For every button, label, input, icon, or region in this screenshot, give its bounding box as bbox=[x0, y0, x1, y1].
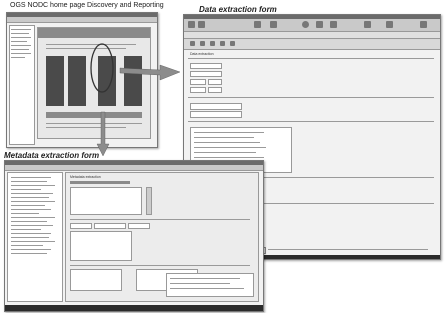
grid-icon[interactable] bbox=[254, 21, 261, 28]
globe-icon[interactable] bbox=[302, 21, 309, 28]
map-icon[interactable] bbox=[330, 21, 337, 28]
chart-icon[interactable] bbox=[316, 21, 323, 28]
metadata-sidebar bbox=[7, 172, 63, 302]
metadata-parameters-list[interactable] bbox=[70, 231, 132, 261]
metadata-results-table[interactable] bbox=[166, 273, 254, 297]
table-icon[interactable] bbox=[270, 21, 277, 28]
metadata-window-title: Metadata extraction bbox=[70, 175, 101, 179]
data-window-title: Data extraction bbox=[190, 52, 214, 56]
time-range-fields[interactable] bbox=[190, 63, 222, 69]
forward-icon[interactable] bbox=[198, 21, 205, 28]
help-icon[interactable] bbox=[420, 21, 427, 28]
settings-icon[interactable] bbox=[364, 21, 371, 28]
metadata-text-area[interactable] bbox=[70, 187, 142, 215]
back-icon[interactable] bbox=[188, 21, 195, 28]
tools-icon[interactable] bbox=[386, 21, 393, 28]
metadata-platform-list[interactable] bbox=[70, 269, 122, 291]
metadata-form-panel: Metadata extraction bbox=[65, 172, 259, 302]
area-field[interactable] bbox=[190, 103, 242, 110]
metadata-extraction-window: Metadata extraction bbox=[4, 160, 264, 312]
